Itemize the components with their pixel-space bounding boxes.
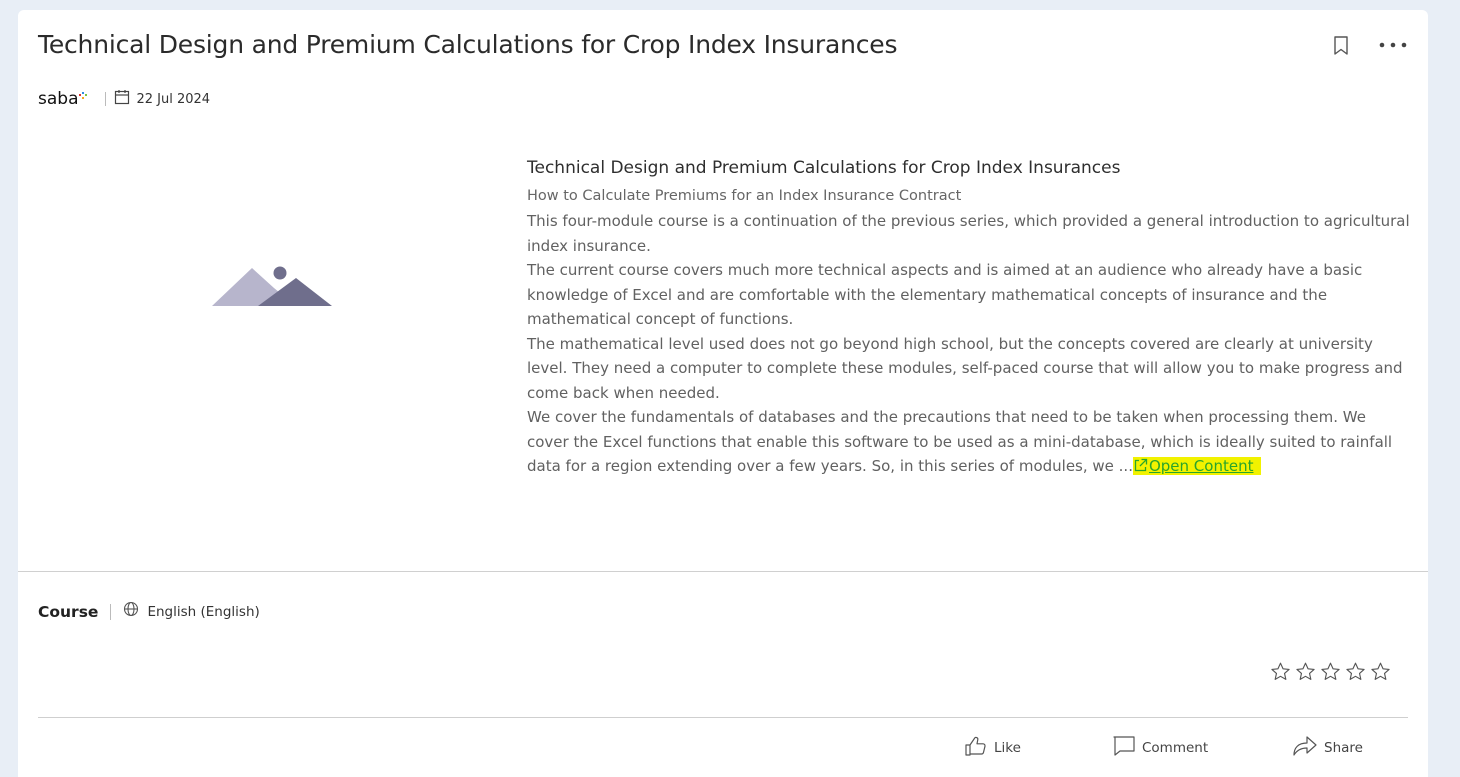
more-options-icon[interactable]	[1378, 36, 1410, 56]
description-last-text: We cover the fundamentals of databases a…	[527, 408, 1393, 475]
description-paragraph: The current course covers much more tech…	[527, 261, 1363, 328]
description-paragraph: The mathematical level used does not go …	[527, 334, 1403, 402]
share-button[interactable]: Share	[1292, 735, 1363, 761]
course-date: 22 Jul 2024	[136, 91, 211, 107]
calendar-icon	[114, 89, 130, 110]
actions-divider	[38, 717, 1408, 718]
like-icon	[964, 735, 988, 761]
saba-mark-icon	[79, 87, 89, 99]
info-separator	[110, 603, 112, 620]
meta-separator	[105, 92, 107, 106]
description-paragraph-last: We cover the fundamentals of databases a…	[527, 405, 1412, 479]
like-label: Like	[994, 740, 1021, 756]
external-link-icon	[1134, 458, 1148, 472]
section-divider	[18, 571, 1428, 572]
star-icon[interactable]	[1370, 661, 1391, 687]
share-label: Share	[1324, 740, 1363, 756]
share-icon	[1292, 735, 1318, 761]
description-paragraph: This four-module course is a continuatio…	[527, 212, 1410, 255]
star-icon[interactable]	[1320, 661, 1341, 687]
social-actions: Like Comment Share	[18, 735, 1428, 759]
course-meta: saba 22 Jul 2024	[38, 88, 210, 110]
course-description: Technical Design and Premium Calculation…	[527, 155, 1412, 479]
star-icon[interactable]	[1270, 661, 1291, 687]
like-button[interactable]: Like	[964, 735, 1021, 761]
star-icon[interactable]	[1295, 661, 1316, 687]
course-info: Course English (English)	[38, 601, 260, 622]
course-type: Course	[38, 602, 99, 621]
provider-logo: saba	[38, 89, 89, 109]
description-title: Technical Design and Premium Calculation…	[527, 158, 1121, 178]
course-language: English (English)	[147, 603, 260, 620]
star-icon[interactable]	[1345, 661, 1366, 687]
bookmark-icon[interactable]	[1332, 35, 1350, 57]
description-body: This four-module course is a continuatio…	[527, 209, 1412, 479]
course-title: Technical Design and Premium Calculation…	[38, 30, 898, 59]
comment-icon	[1112, 735, 1136, 761]
provider-logo-text: saba	[38, 89, 79, 109]
open-content-label: Open Content	[1148, 457, 1254, 475]
globe-icon	[123, 601, 139, 622]
description-subtitle: How to Calculate Premiums for an Index I…	[527, 188, 962, 204]
content-card: Technical Design and Premium Calculation…	[18, 10, 1428, 777]
comment-label: Comment	[1142, 740, 1209, 756]
open-content-link[interactable]: Open Content	[1132, 457, 1262, 475]
star-rating[interactable]	[1270, 661, 1391, 687]
comment-button[interactable]: Comment	[1112, 735, 1208, 761]
placeholder-image-icon	[212, 262, 332, 310]
